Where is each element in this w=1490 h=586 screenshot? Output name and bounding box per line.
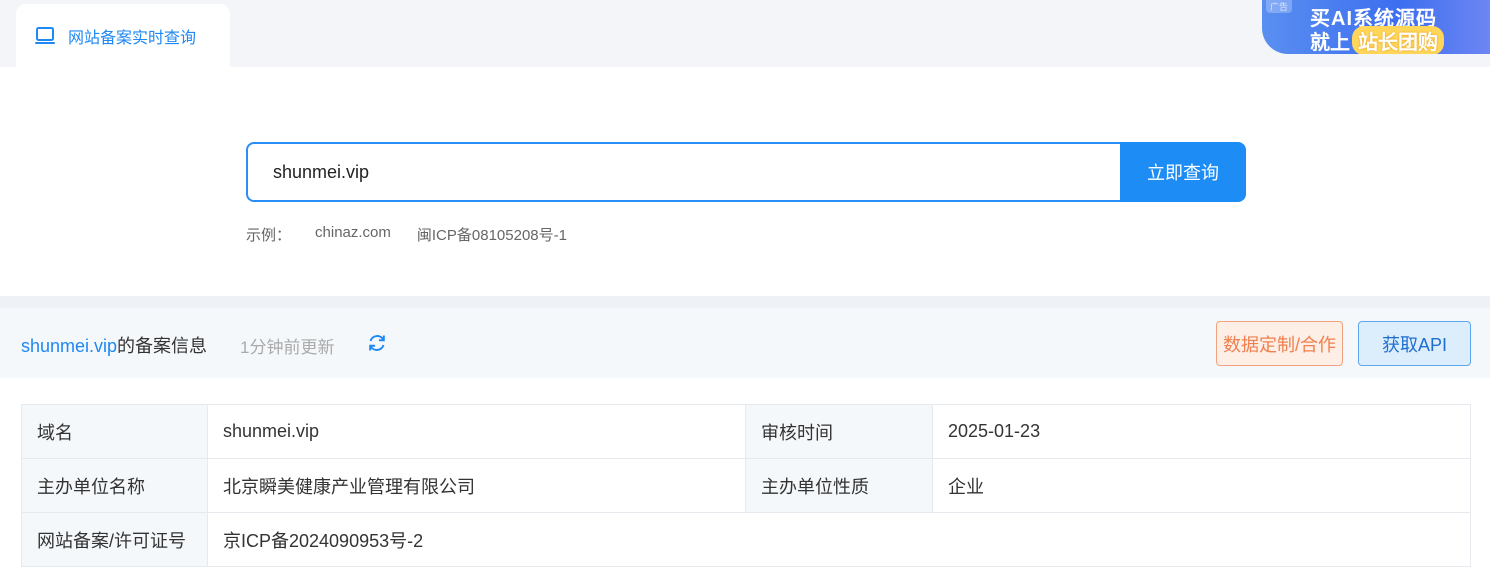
laptop-icon <box>34 24 58 48</box>
example-link-1[interactable]: chinaz.com <box>315 224 391 245</box>
table-key: 主办单位性质 <box>745 458 933 513</box>
refresh-icon[interactable] <box>366 332 388 354</box>
examples-label: 示例： <box>246 227 292 244</box>
table-row: 域名 shunmei.vip 审核时间 2025-01-23 <box>21 404 1471 459</box>
table-row: 主办单位名称 北京瞬美健康产业管理有限公司 主办单位性质 企业 <box>21 458 1471 513</box>
result-title: shunmei.vip的备案信息 <box>21 332 207 358</box>
search-input[interactable] <box>246 142 1120 202</box>
table-key: 网站备案/许可证号 <box>21 512 208 567</box>
examples: 示例： chinaz.com 闽ICP备08105208号-1 <box>246 224 593 245</box>
search-button[interactable]: 立即查询 <box>1120 142 1246 202</box>
ad-line2: 就上 站长团购 <box>1310 26 1444 54</box>
table-value: 企业 <box>932 458 1471 513</box>
ad-banner[interactable]: 广告 买AI系统源码 就上 站长团购 <box>1262 0 1490 54</box>
record-table: 域名 shunmei.vip 审核时间 2025-01-23 主办单位名称 北京… <box>21 404 1471 567</box>
table-key: 域名 <box>21 404 208 459</box>
data-custom-button[interactable]: 数据定制/合作 <box>1216 321 1343 366</box>
ad-line2-prefix: 就上 <box>1310 32 1350 54</box>
divider <box>0 296 1490 308</box>
ad-tag: 广告 <box>1266 0 1293 13</box>
search-box: 立即查询 <box>246 142 1246 202</box>
updated-text: 1分钟前更新 <box>240 338 335 357</box>
example-link-2[interactable]: 闽ICP备08105208号-1 <box>417 224 567 245</box>
result-header: shunmei.vip的备案信息 1分钟前更新 数据定制/合作 获取API <box>0 308 1490 378</box>
tab-label: 网站备案实时查询 <box>68 29 197 47</box>
table-value: shunmei.vip <box>207 404 746 459</box>
tab-icp-query[interactable]: 网站备案实时查询 <box>16 4 230 67</box>
result-title-suffix: 的备案信息 <box>117 336 208 356</box>
table-value: 2025-01-23 <box>932 404 1471 459</box>
get-api-button[interactable]: 获取API <box>1358 321 1471 366</box>
table-value: 京ICP备2024090953号-2 <box>207 512 1471 567</box>
table-key: 主办单位名称 <box>21 458 208 513</box>
table-key: 审核时间 <box>745 404 933 459</box>
result-domain: shunmei.vip <box>21 336 118 356</box>
ad-line2-highlight: 站长团购 <box>1352 26 1444 54</box>
table-value: 北京瞬美健康产业管理有限公司 <box>207 458 746 513</box>
table-row: 网站备案/许可证号 京ICP备2024090953号-2 <box>21 512 1471 567</box>
